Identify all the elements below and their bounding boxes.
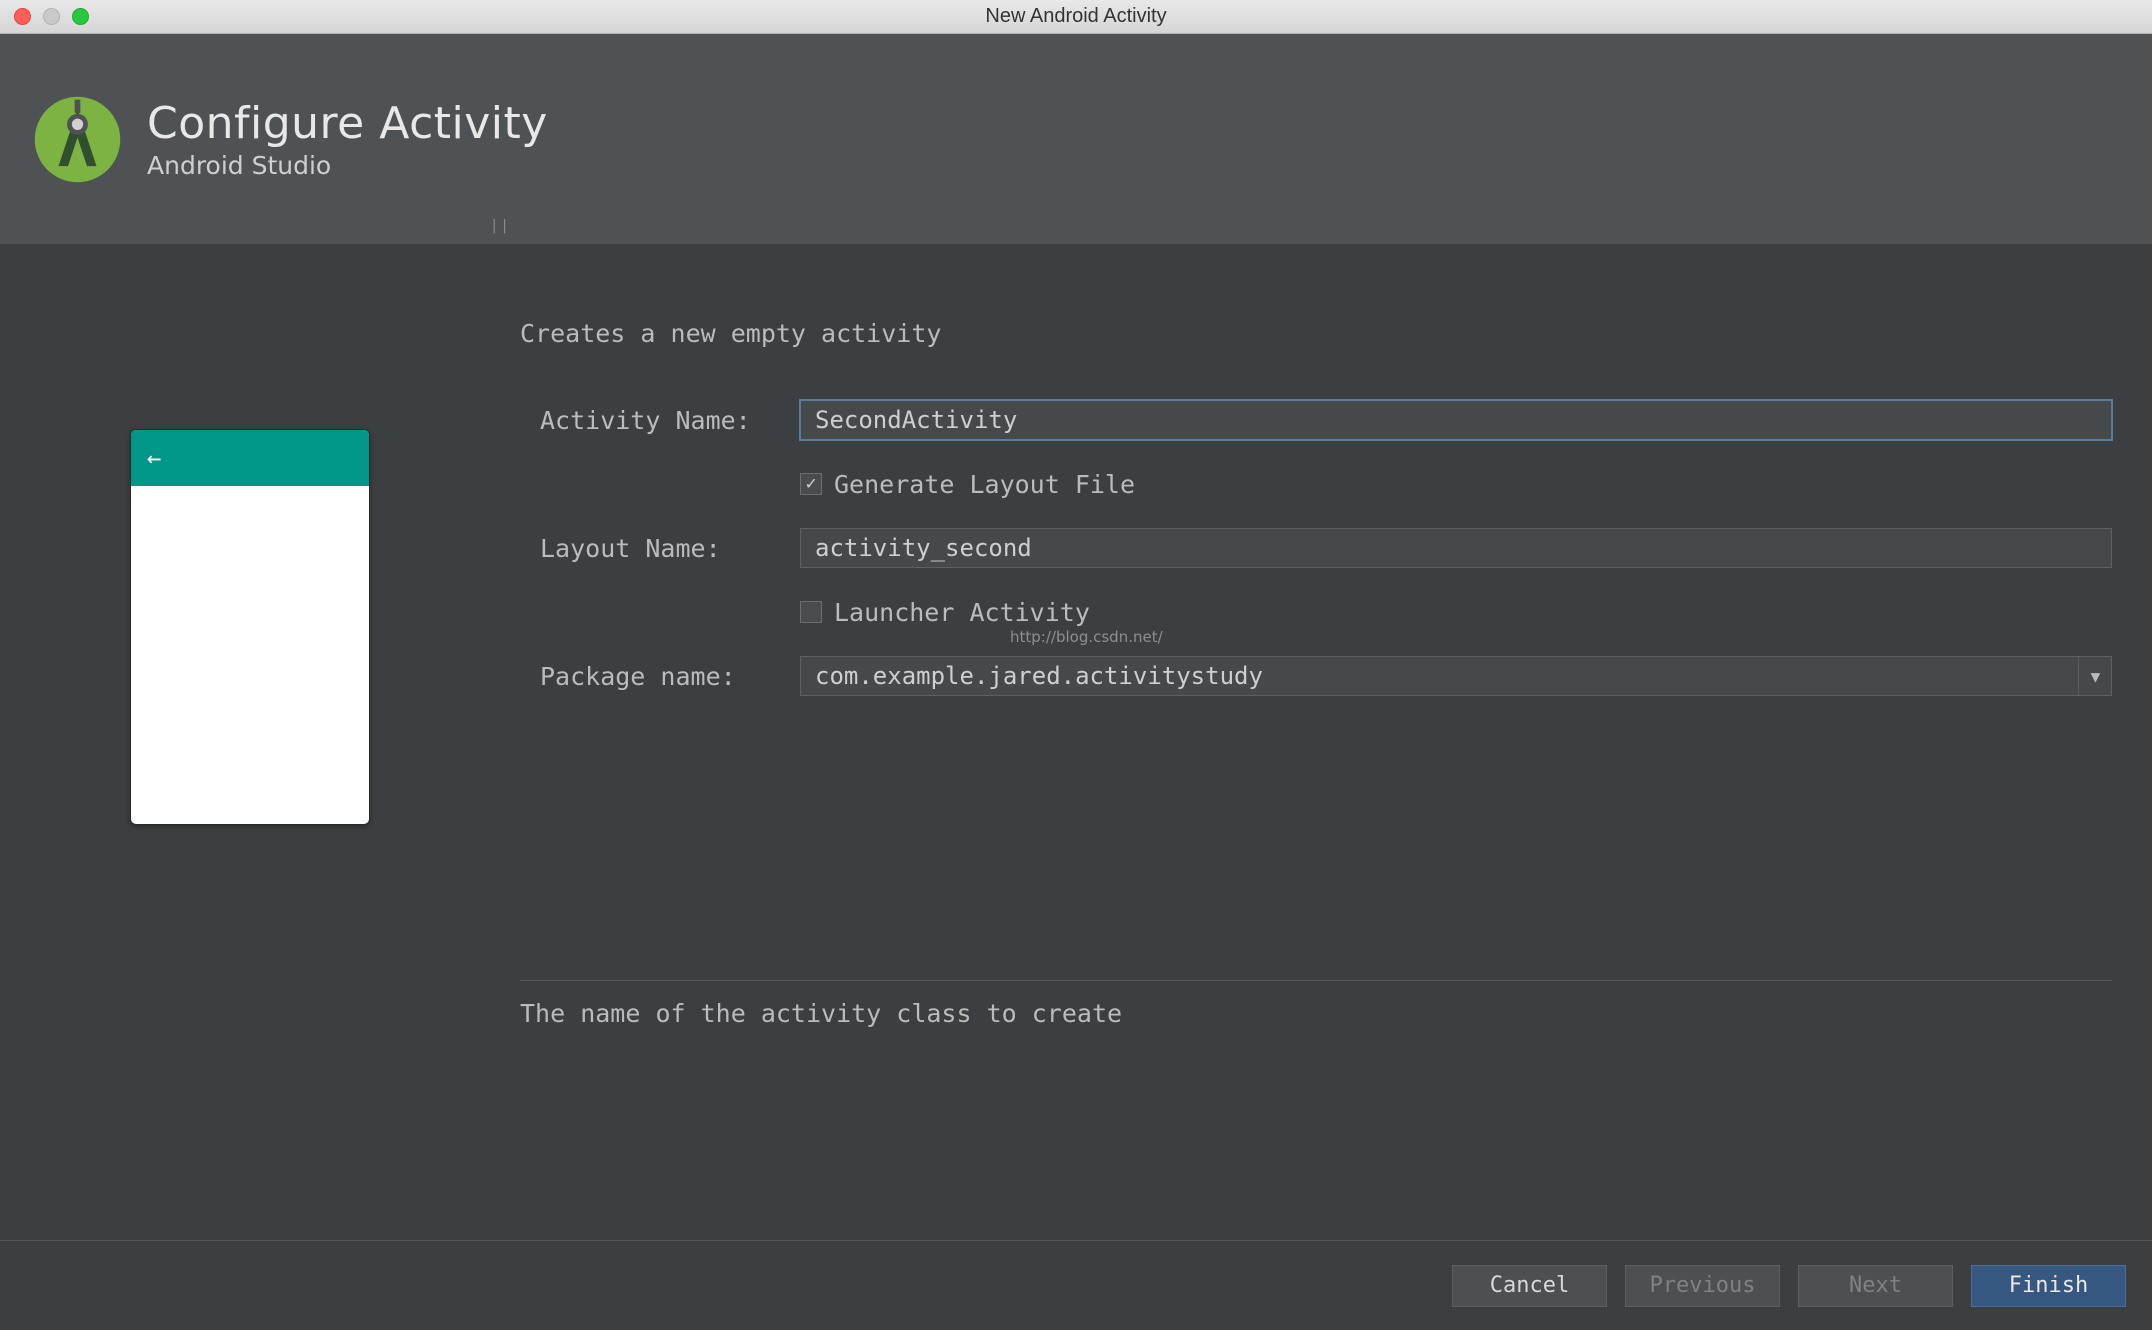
watermark-text: http://blog.csdn.net/: [1010, 628, 1163, 646]
window-title: New Android Activity: [0, 5, 2152, 28]
header-subtitle: Android Studio: [147, 151, 548, 180]
package-name-combo[interactable]: ▼: [800, 656, 2112, 696]
layout-name-label: Layout Name:: [520, 534, 770, 563]
separator: [520, 980, 2112, 981]
window-titlebar: New Android Activity: [0, 0, 2152, 34]
wizard-body: ← Creates a new empty activity Activity …: [0, 244, 2152, 1240]
row-layout-name: Layout Name:: [520, 524, 2112, 572]
device-preview: ←: [130, 429, 370, 825]
next-button[interactable]: Next: [1798, 1265, 1953, 1307]
row-generate-layout: ✓ Generate Layout File: [520, 460, 2112, 508]
cancel-button[interactable]: Cancel: [1452, 1265, 1607, 1307]
row-launcher-activity: ✓ Launcher Activity http://blog.csdn.net…: [520, 588, 2112, 636]
generate-layout-label: Generate Layout File: [834, 470, 1135, 499]
header-grip-icon: ||: [490, 218, 511, 234]
help-text: The name of the activity class to create: [520, 999, 2112, 1028]
launcher-activity-checkbox[interactable]: ✓: [800, 601, 822, 623]
package-name-input[interactable]: [800, 656, 2112, 696]
package-name-dropdown-button[interactable]: ▼: [2078, 656, 2112, 696]
previous-button[interactable]: Previous: [1625, 1265, 1780, 1307]
activity-name-label: Activity Name:: [520, 406, 770, 435]
preview-column: ←: [0, 244, 500, 1240]
row-package-name: Package name: ▼: [520, 652, 2112, 700]
chevron-down-icon: ▼: [2091, 667, 2101, 686]
generate-layout-checkbox[interactable]: ✓: [800, 473, 822, 495]
layout-name-input[interactable]: [800, 528, 2112, 568]
form-column: Creates a new empty activity Activity Na…: [500, 244, 2152, 1240]
header-title: Configure Activity: [147, 98, 548, 149]
back-arrow-icon: ←: [147, 444, 161, 472]
row-activity-name: Activity Name:: [520, 396, 2112, 444]
header-text: Configure Activity Android Studio: [147, 98, 548, 180]
package-name-label: Package name:: [520, 662, 770, 691]
launcher-activity-label: Launcher Activity: [834, 598, 1090, 627]
wizard-header: Configure Activity Android Studio ||: [0, 34, 2152, 244]
android-studio-logo-icon: [30, 92, 125, 187]
wizard-footer: Cancel Previous Next Finish: [0, 1240, 2152, 1330]
device-appbar: ←: [131, 430, 369, 486]
activity-name-input[interactable]: [800, 400, 2112, 440]
form-description: Creates a new empty activity: [520, 319, 2112, 348]
finish-button[interactable]: Finish: [1971, 1265, 2126, 1307]
